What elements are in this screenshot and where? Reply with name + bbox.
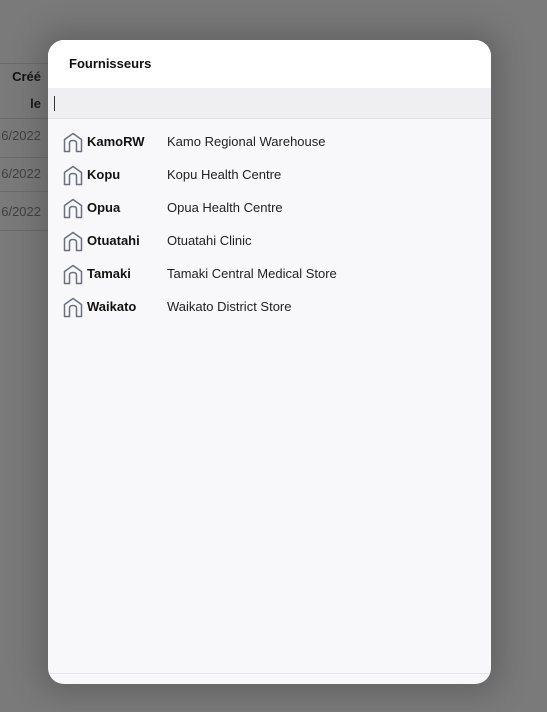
store-icon [62, 197, 84, 219]
list-item[interactable]: Kopu Kopu Health Centre [48, 157, 491, 190]
modal-header: Fournisseurs [48, 40, 491, 88]
background-row: 6/2022 [0, 196, 48, 228]
background-row: 6/2022 [0, 158, 48, 190]
divider [48, 673, 491, 674]
modal-title: Fournisseurs [69, 56, 152, 71]
suppliers-modal: Fournisseurs KamoRW Kamo Regional Wareho… [48, 40, 491, 684]
supplier-code: KamoRW [87, 134, 145, 149]
supplier-code: Kopu [87, 167, 121, 182]
background-date: 6/2022 [1, 204, 41, 219]
supplier-code: Tamaki [87, 266, 131, 281]
store-icon [62, 296, 84, 318]
supplier-name: Kamo Regional Warehouse [167, 134, 326, 149]
divider [0, 191, 48, 192]
text-cursor [54, 96, 55, 111]
list-item[interactable]: Tamaki Tamaki Central Medical Store [48, 256, 491, 289]
supplier-code: Opua [87, 200, 121, 215]
supplier-code: Waikato [87, 299, 137, 314]
list-item[interactable]: Opua Opua Health Centre [48, 190, 491, 223]
background-date: 6/2022 [1, 128, 41, 143]
store-icon [62, 263, 84, 285]
list-item[interactable]: Waikato Waikato District Store [48, 289, 491, 322]
background-table-header: Créé le [0, 64, 48, 118]
column-header-line1: Créé [12, 69, 41, 84]
store-icon [62, 230, 84, 252]
supplier-code: Otuatahi [87, 233, 140, 248]
supplier-name: Waikato District Store [167, 299, 292, 314]
supplier-name: Otuatahi Clinic [167, 233, 252, 248]
search-bar [48, 88, 491, 119]
store-icon [62, 164, 84, 186]
list-item[interactable]: KamoRW Kamo Regional Warehouse [48, 124, 491, 157]
store-icon [62, 131, 84, 153]
search-input[interactable] [48, 88, 491, 118]
supplier-name: Kopu Health Centre [167, 167, 282, 182]
divider [0, 118, 48, 119]
background-date: 6/2022 [1, 166, 41, 181]
supplier-name: Tamaki Central Medical Store [167, 266, 337, 281]
list-item[interactable]: Otuatahi Otuatahi Clinic [48, 223, 491, 256]
supplier-name: Opua Health Centre [167, 200, 283, 215]
background-row: 6/2022 [0, 120, 48, 152]
divider [0, 230, 48, 231]
column-header-line2: le [30, 96, 41, 111]
divider [0, 63, 48, 64]
supplier-list: KamoRW Kamo Regional Warehouse Kopu Kopu… [48, 124, 491, 322]
